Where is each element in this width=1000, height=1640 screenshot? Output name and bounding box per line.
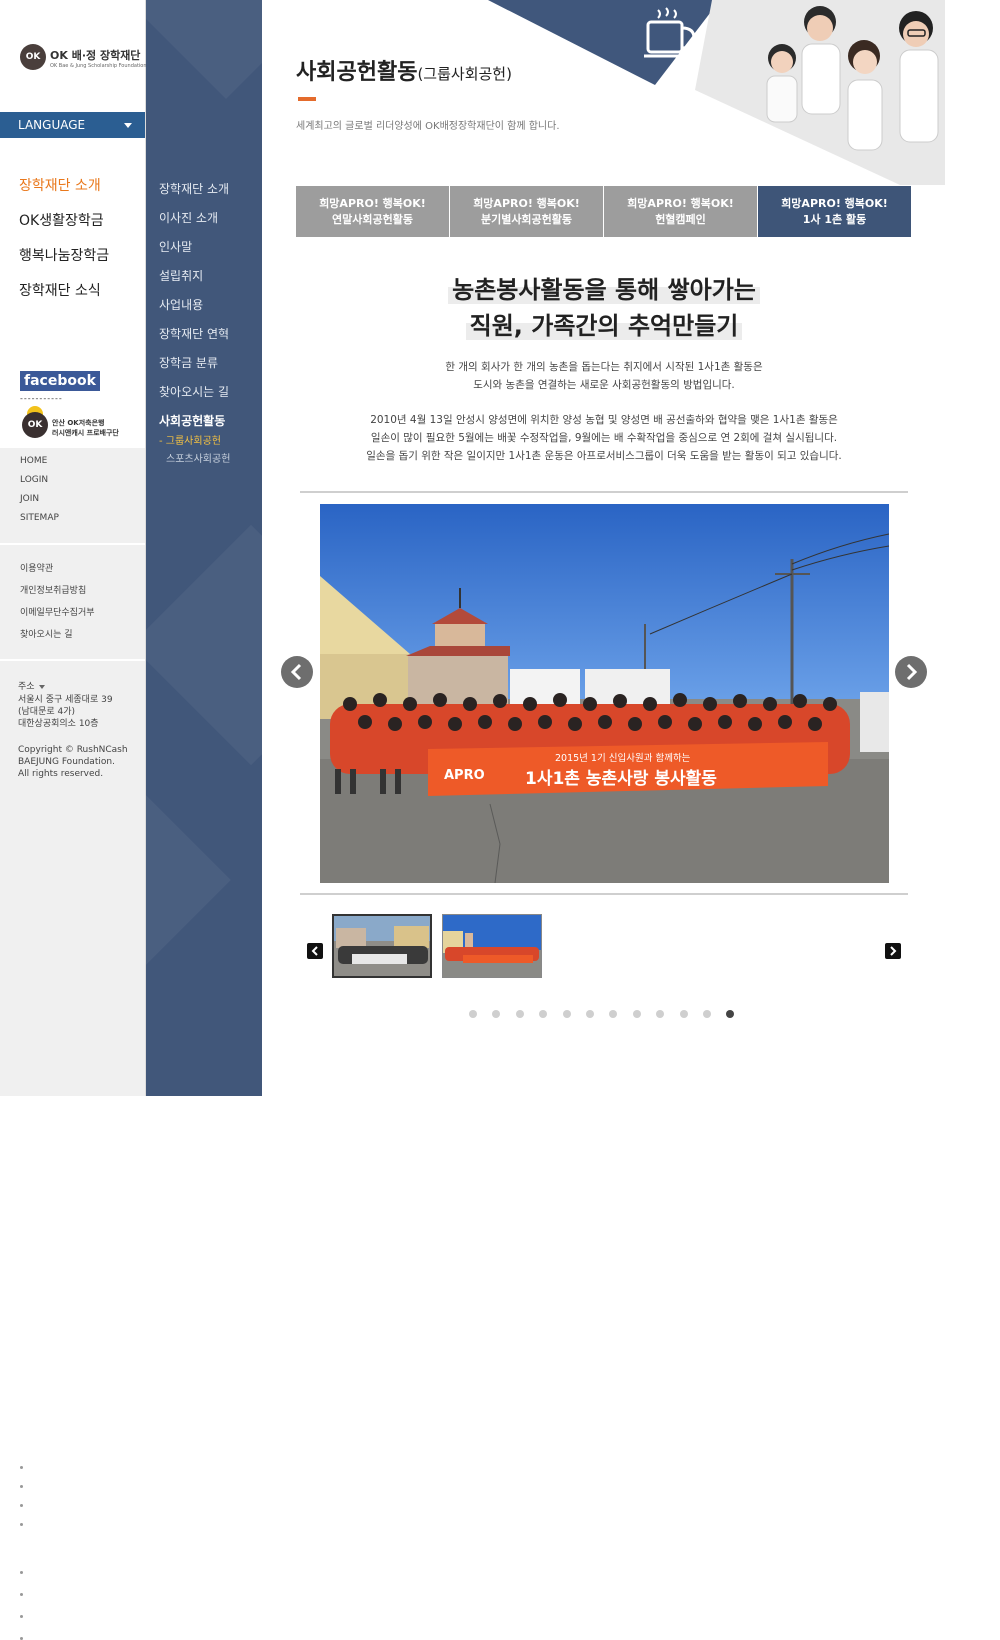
pagination-dot[interactable] [609, 1010, 618, 1018]
pagination-dot[interactable] [492, 1010, 501, 1018]
tab-year-end-contribution[interactable]: 희망APRO! 행복OK! 연말사회공헌활동 [296, 186, 449, 237]
decorative-shape [146, 795, 231, 965]
facebook-link[interactable]: facebook [20, 371, 100, 391]
slider-prev-button[interactable] [281, 656, 313, 688]
ok-bank-line1: 안산 OK저축은행 [52, 419, 105, 427]
logo-title: OK 배·정 장학재단 [50, 49, 141, 62]
thumbnail[interactable] [332, 914, 432, 978]
facebook-divider: ----------- [20, 394, 63, 403]
left-sidebar: OK OK 배·정 장학재단 OK Bae & Jung Scholarship… [0, 0, 147, 1640]
title-accent-bar [298, 97, 316, 101]
address-box: 주소 서울시 중구 세종대로 39 (남대문로 4가) 대한상공회의소 10층 … [0, 661, 145, 1096]
decorative-shape [146, 0, 262, 99]
chevron-down-icon [38, 684, 45, 689]
pagination-dot[interactable] [515, 1010, 524, 1018]
pagination-dot[interactable] [726, 1010, 735, 1018]
sub-menu-item[interactable]: 장학금 분류 [159, 354, 218, 371]
util-link-join[interactable]: JOIN [20, 494, 39, 1507]
policy-link-terms[interactable]: 이용약관 [20, 561, 53, 1574]
page-title-main: 사회공헌활동 [296, 60, 418, 85]
sub-menu-item[interactable]: 설립취지 [159, 267, 203, 284]
banner-logo: APRO [444, 768, 485, 783]
thumb-next-button[interactable] [885, 943, 901, 959]
sub-menu-item[interactable]: 장학재단 소개 [159, 180, 229, 197]
address-label[interactable]: 주소 [18, 679, 45, 692]
sub-menu-item[interactable]: 인사말 [159, 238, 192, 255]
pagination-dot[interactable] [469, 1010, 477, 1018]
ok-bank-line2: 러시앤캐시 프로배구단 [52, 429, 119, 437]
logo-subtitle: OK Bae & Jung Scholarship Foundation [50, 63, 147, 69]
sub-menu-item[interactable]: 찾아오시는 길 [159, 383, 229, 400]
foundation-logo[interactable]: OK OK 배·정 장학재단 OK Bae & Jung Scholarship… [20, 44, 147, 80]
tab-quarterly-contribution[interactable]: 희망APRO! 행복OK! 분기별사회공헌활동 [450, 186, 603, 237]
language-dropdown[interactable]: LANGUAGE [0, 112, 145, 138]
util-link-login[interactable]: LOGIN [20, 475, 48, 1488]
main-menu-item-foundation-intro[interactable]: 장학재단 소개 [19, 176, 109, 211]
sub-menu-item[interactable]: 장학재단 연혁 [159, 325, 229, 342]
slider-next-button[interactable] [895, 656, 927, 688]
pagination-dot[interactable] [562, 1010, 571, 1018]
chevron-down-icon [124, 123, 132, 128]
sub-sub-menu-group[interactable]: - 그룹사회공헌 [159, 432, 221, 447]
pagination-dot[interactable] [656, 1010, 665, 1018]
pagination-dot[interactable] [586, 1010, 594, 1018]
sub-sub-menu-sports[interactable]: 스포츠사회공헌 [166, 450, 230, 465]
pagination-dot[interactable] [632, 1010, 641, 1018]
chevron-left-icon [311, 946, 318, 956]
thumbnail[interactable] [442, 914, 542, 978]
chevron-left-icon [290, 663, 302, 681]
sub-menu-item[interactable]: 이사진 소개 [159, 209, 218, 226]
ok-bank-volleyball-link[interactable]: OK 안산 OK저축은행 러시앤캐시 프로배구단 [22, 406, 137, 446]
pagination-dot[interactable] [539, 1010, 548, 1018]
thumb-prev-button[interactable] [307, 943, 323, 959]
copyright-line: All rights reserved. [18, 769, 104, 779]
divider [300, 893, 908, 895]
tab-one-company-one-village[interactable]: 희망APRO! 행복OK! 1사 1촌 활동 [758, 186, 911, 237]
policy-link-privacy[interactable]: 개인정보취급방침 [20, 583, 86, 1596]
main-menu-item-happy-sharing-scholarship[interactable]: 행복나눔장학금 [19, 246, 109, 281]
tab-blood-donation[interactable]: 희망APRO! 행복OK! 헌혈캠페인 [604, 186, 757, 237]
pagination-dot[interactable] [703, 1010, 711, 1018]
main-menu-item-ok-life-scholarship[interactable]: OK생활장학금 [19, 211, 109, 246]
article-headline: 농촌봉사활동을 통해 쌓아가는 직원, 가족간의 추억만들기 [300, 272, 908, 344]
copyright-line: Copyright © RushNCash [18, 745, 128, 755]
policy-link-directions[interactable]: 찾아오시는 길 [20, 627, 73, 1640]
language-label: LANGUAGE [18, 118, 86, 132]
policy-link-email-refusal[interactable]: 이메일무단수집거부 [20, 605, 95, 1618]
util-links: HOME LOGIN JOIN SITEMAP [0, 448, 145, 1526]
main-menu-item-foundation-news[interactable]: 장학재단 소식 [19, 281, 109, 316]
slide-photo: APRO 2015년 1기 신입사원과 함께하는 1사1촌 농촌사랑 봉사활동 [320, 504, 889, 883]
header-banner-image [488, 0, 945, 185]
util-link-sitemap[interactable]: SITEMAP [20, 513, 59, 1526]
ok-logo-icon: OK [20, 44, 46, 70]
policy-links: 이용약관 개인정보취급방침 이메일무단수집거부 찾아오시는 길 [0, 545, 145, 1640]
divider [300, 491, 908, 493]
chevron-right-icon [890, 946, 897, 956]
decorative-shape [146, 524, 262, 766]
sub-menu: 장학재단 소개 이사진 소개 인사말 설립취지 사업내용 장학재단 연혁 장학금… [146, 0, 262, 1096]
chevron-right-icon [906, 663, 918, 681]
sub-menu-item[interactable]: 사업내용 [159, 296, 203, 313]
ok-bank-logo-icon: OK [22, 406, 48, 438]
main-menu: 장학재단 소개 OK생활장학금 행복나눔장학금 장학재단 소식 [19, 176, 109, 316]
copyright-line: BAEJUNG Foundation. [18, 757, 115, 767]
banner-big-text: 1사1촌 농촌사랑 봉사활동 [525, 768, 717, 789]
sub-menu-item-social-contribution[interactable]: 사회공헌활동 [159, 412, 225, 429]
address-line: 대한상공회의소 10층 [18, 719, 99, 729]
banner-small-text: 2015년 1기 신입사원과 함께하는 [555, 752, 691, 764]
pagination-dot[interactable] [679, 1010, 688, 1018]
article-body: 2010년 4월 13일 안성시 양성면에 위치한 양성 농협 및 양성면 배 … [366, 414, 842, 462]
util-link-home[interactable]: HOME [20, 456, 47, 1469]
article-intro: 한 개의 회사가 한 개의 농촌을 돕는다는 취지에서 시작된 1사1촌 활동은… [445, 361, 763, 391]
